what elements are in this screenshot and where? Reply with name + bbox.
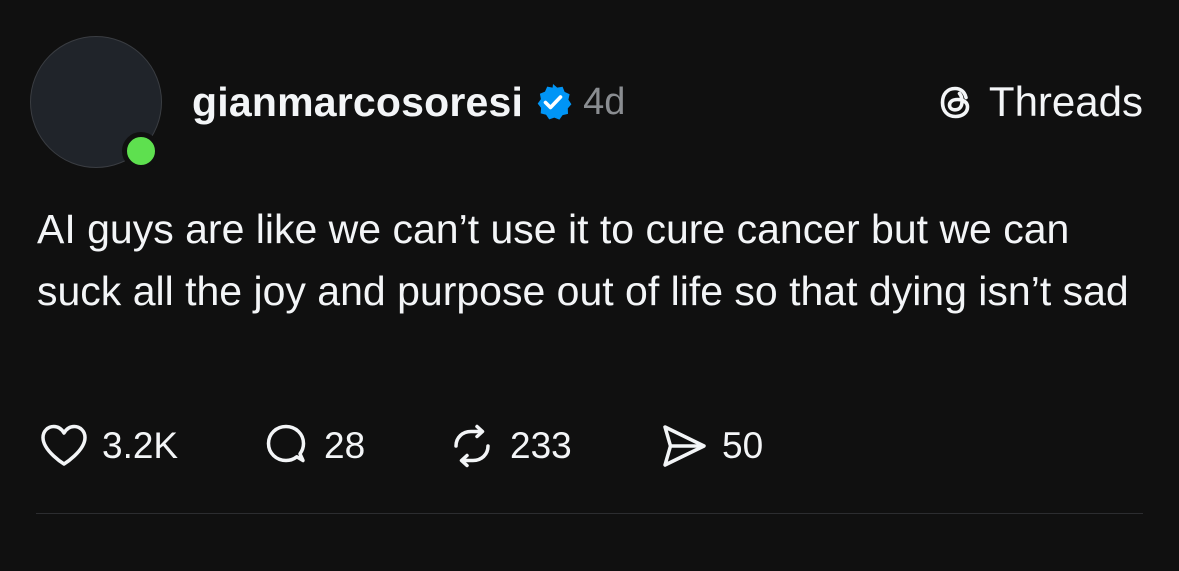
threads-brand[interactable]: Threads xyxy=(933,76,1143,128)
avatar-container[interactable] xyxy=(30,36,162,170)
share-button[interactable]: 50 xyxy=(657,418,797,474)
threads-logo-icon xyxy=(933,79,979,125)
online-status-dot xyxy=(122,132,160,170)
verified-badge-icon xyxy=(533,82,573,122)
comment-icon xyxy=(259,419,313,473)
post-timestamp[interactable]: 4d xyxy=(583,81,625,124)
section-divider xyxy=(36,513,1143,514)
post-header: gianmarcosoresi 4d xyxy=(192,76,625,128)
threads-brand-label: Threads xyxy=(988,78,1143,125)
username-link[interactable]: gianmarcosoresi xyxy=(192,79,523,126)
reply-button[interactable]: 28 xyxy=(259,418,445,474)
heart-icon xyxy=(37,419,91,473)
like-count: 3.2K xyxy=(102,425,179,466)
repost-icon xyxy=(445,419,499,473)
share-count: 50 xyxy=(722,425,764,466)
repost-button[interactable]: 233 xyxy=(445,418,657,474)
send-icon xyxy=(657,419,711,473)
post-body-text: AI guys are like we can’t use it to cure… xyxy=(37,206,1129,314)
repost-count: 233 xyxy=(510,425,572,466)
post-actions-bar: 3.2K 28 233 50 xyxy=(37,418,797,474)
like-button[interactable]: 3.2K xyxy=(37,418,259,474)
reply-count: 28 xyxy=(324,425,366,466)
